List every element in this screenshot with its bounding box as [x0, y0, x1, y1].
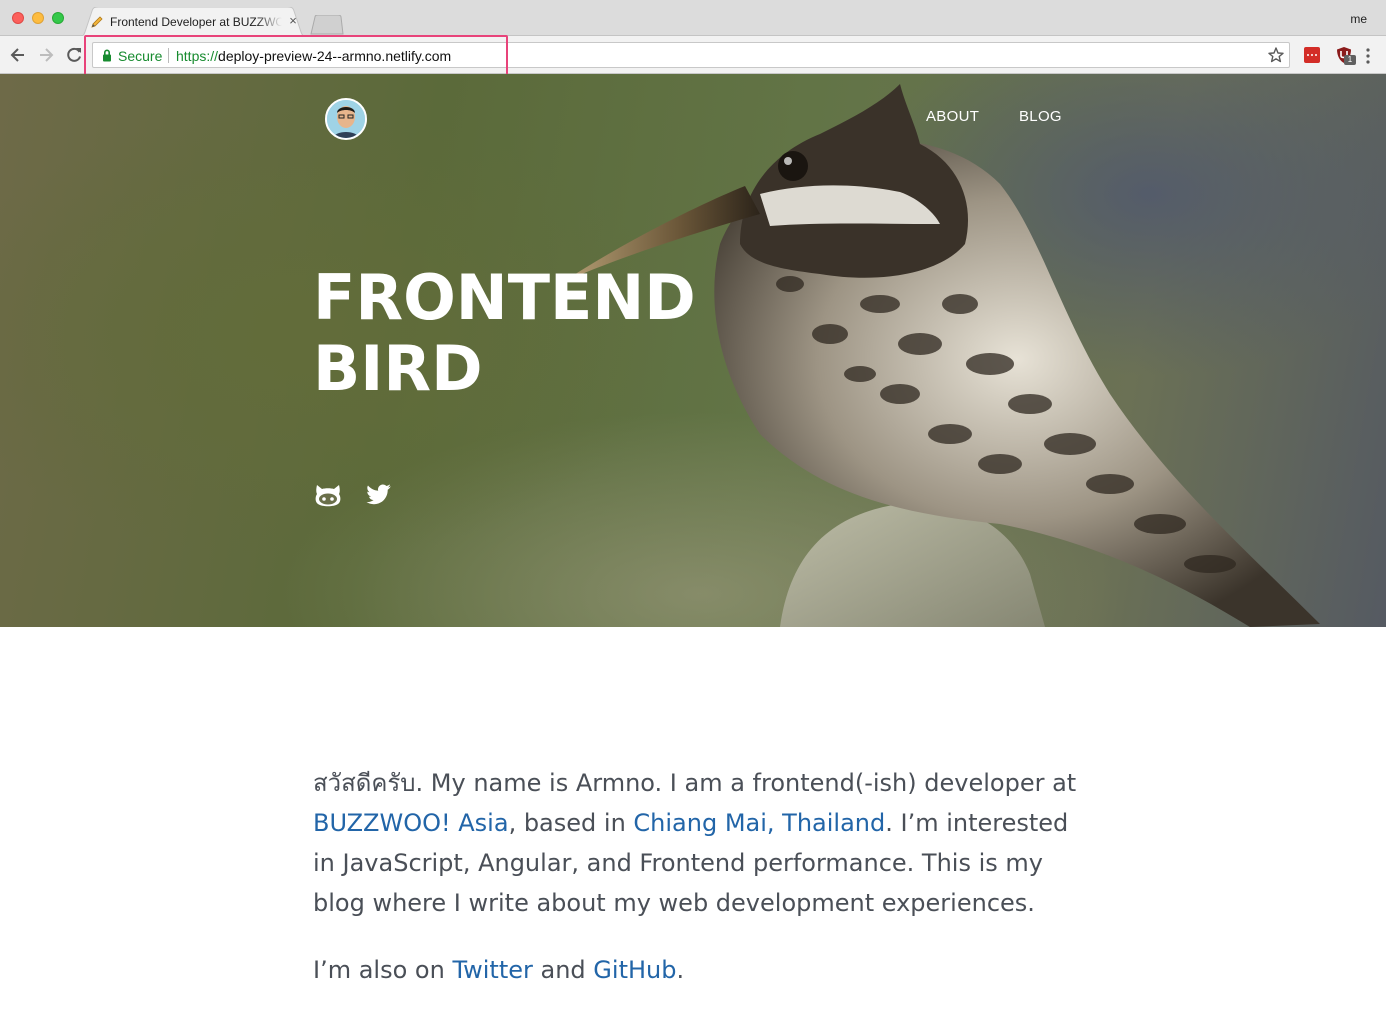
bookmark-star-icon[interactable] — [1267, 46, 1285, 64]
intro-paragraph: สวัสดีครับ. My name is Armno. I am a fro… — [313, 763, 1083, 923]
site-title-line-1: FRONTEND — [313, 261, 696, 334]
nav-blog-link[interactable]: BLOG — [1019, 108, 1062, 125]
intro-content: สวัสดีครับ. My name is Armno. I am a fro… — [313, 763, 1083, 990]
tab-title: Frontend Developer at BUZZWOO! Asia — [110, 15, 282, 29]
twitter-icon[interactable] — [365, 480, 393, 508]
window-minimize-button[interactable] — [32, 12, 44, 24]
company-link[interactable]: BUZZWOO! Asia — [313, 809, 509, 837]
intro-text-2: , based in — [508, 809, 634, 837]
intro-text-1: สวัสดีครับ. My name is Armno. I am a fro… — [313, 769, 1077, 797]
nav-about-link[interactable]: ABOUT — [926, 108, 979, 125]
avatar-face-icon — [327, 100, 365, 138]
new-tab-button[interactable] — [310, 15, 344, 35]
window-close-button[interactable] — [12, 12, 24, 24]
browser-menu-icon[interactable] — [1364, 47, 1372, 65]
tab-close-icon[interactable]: × — [286, 14, 300, 28]
site-title: FRONTEND BIRD — [313, 262, 733, 404]
social-text-2: and — [532, 956, 594, 984]
social-paragraph: I’m also on Twitter and GitHub. — [313, 950, 1083, 990]
author-avatar[interactable] — [325, 98, 367, 140]
browser-tab-active[interactable]: Frontend Developer at BUZZWOO! Asia × — [76, 7, 310, 37]
github-link[interactable]: GitHub — [593, 956, 676, 984]
back-arrow-icon[interactable] — [8, 45, 28, 65]
profile-name[interactable]: me — [1350, 12, 1367, 26]
pencil-icon — [90, 15, 104, 29]
social-text-1: I’m also on — [313, 956, 453, 984]
twitter-link[interactable]: Twitter — [452, 956, 532, 984]
lastpass-extension-icon[interactable] — [1304, 47, 1320, 63]
social-text-3: . — [676, 956, 685, 984]
hero-banner: ABOUT BLOG FRONTEND BIRD — [0, 74, 1386, 627]
forward-arrow-icon[interactable] — [36, 45, 56, 65]
window-zoom-button[interactable] — [52, 12, 64, 24]
site-title-line-2: BIRD — [313, 332, 483, 405]
location-link[interactable]: Chiang Mai, Thailand — [633, 809, 885, 837]
extension-badge: 1 — [1344, 55, 1356, 65]
browser-tab-strip: Frontend Developer at BUZZWOO! Asia × me — [0, 0, 1386, 37]
reload-icon[interactable] — [64, 45, 84, 65]
github-icon[interactable] — [314, 480, 342, 508]
